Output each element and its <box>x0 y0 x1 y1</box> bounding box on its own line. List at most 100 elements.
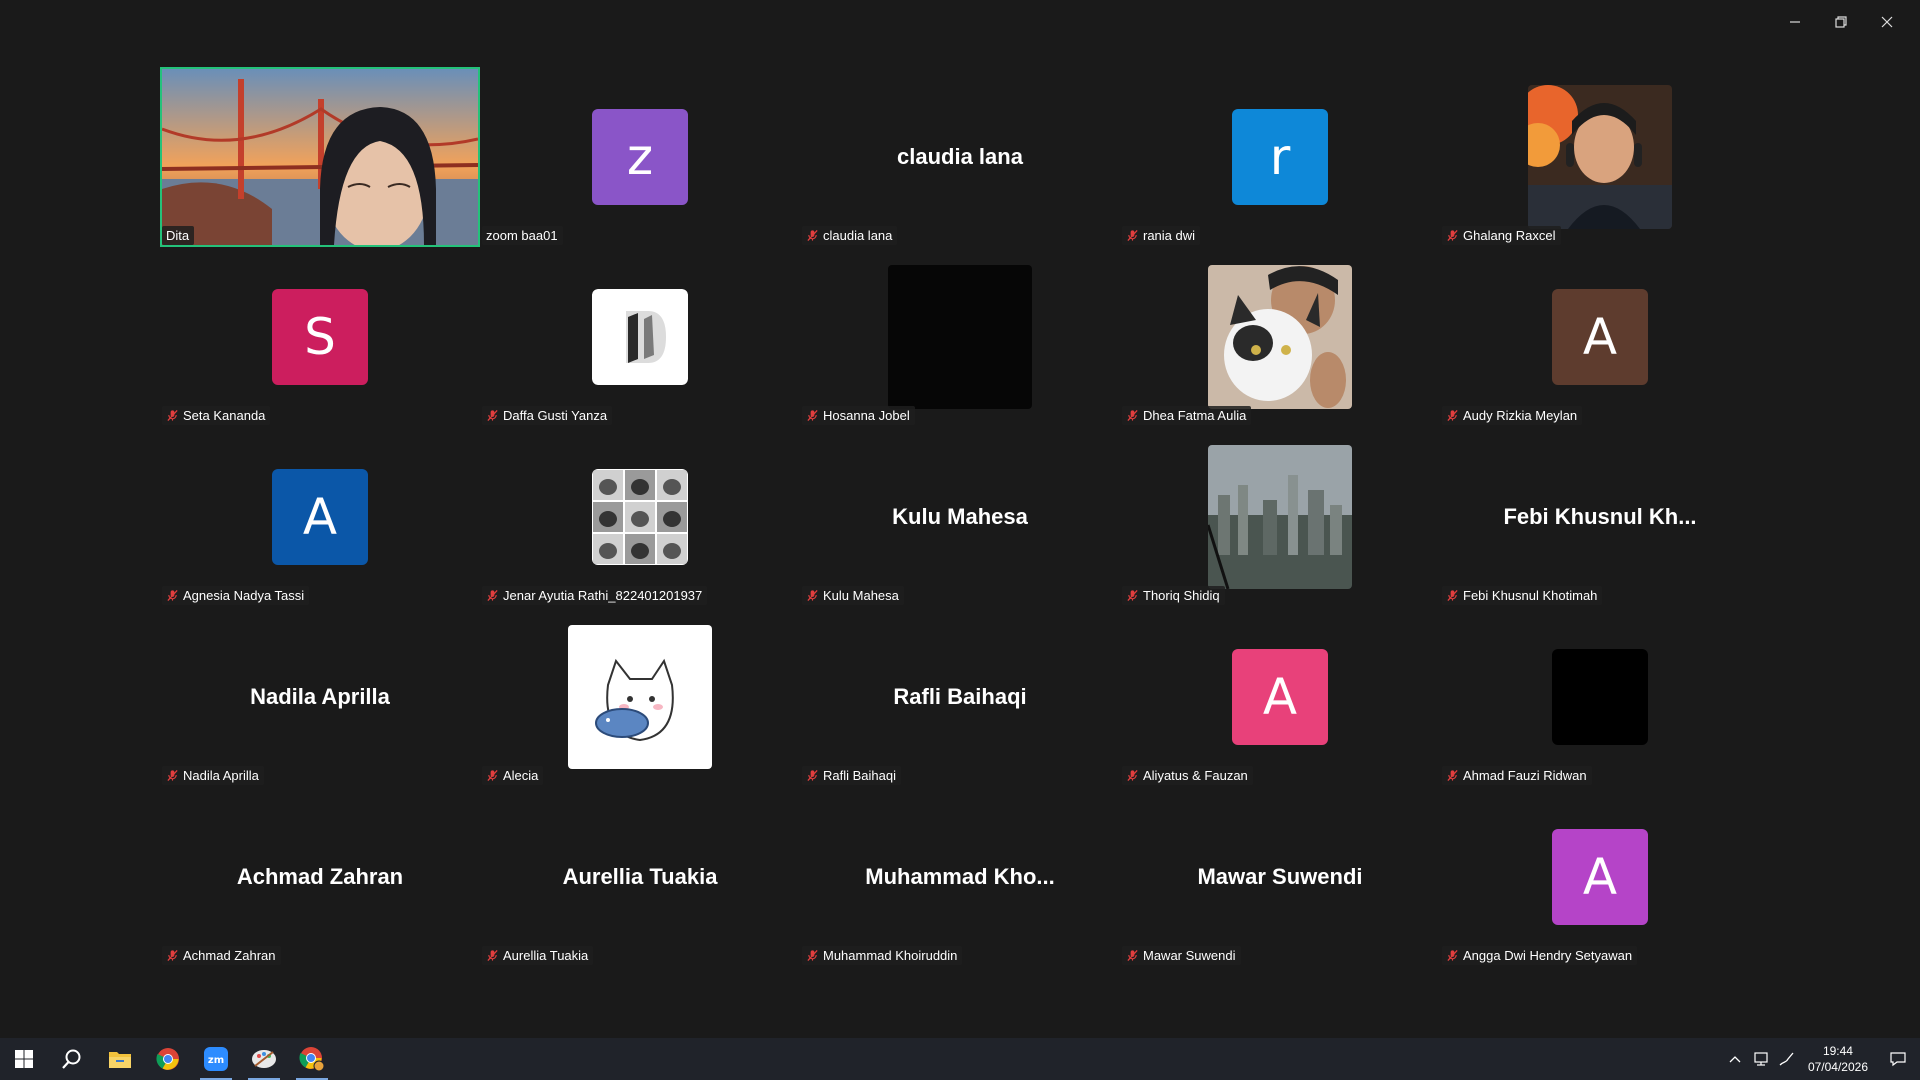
zoom-taskbar-button[interactable]: zm <box>192 1038 240 1080</box>
participant-display-name: claudia lana <box>897 144 1023 169</box>
close-icon <box>1881 16 1893 28</box>
participant-photo <box>1528 85 1672 229</box>
participant-name-label: Agnesia Nadya Tassi <box>183 588 305 603</box>
participant-name-label: Audy Rizkia Meylan <box>1463 408 1578 423</box>
participant-name-tag: Hosanna Jobel <box>802 406 915 425</box>
participant-display-name: Mawar Suwendi <box>1197 864 1363 889</box>
participant-tile[interactable]: Mawar Suwendi Mawar Suwendi <box>1120 787 1440 967</box>
participant-name-tag: Alecia <box>482 766 544 785</box>
participant-tile[interactable]: Muhammad Kho... Muhammad Khoiruddin <box>800 787 1120 967</box>
chevron-up-icon <box>1729 1056 1741 1063</box>
zoom-icon: zm <box>204 1047 228 1071</box>
participant-avatar <box>1552 649 1648 745</box>
participant-tile[interactable]: z zoom baa01 <box>480 67 800 247</box>
close-button[interactable] <box>1864 8 1910 36</box>
pen-icon <box>1779 1052 1794 1066</box>
participant-tile[interactable]: Hosanna Jobel <box>800 247 1120 427</box>
participant-tile[interactable]: Aurellia Tuakia Aurellia Tuakia <box>480 787 800 967</box>
participant-name-tag: Angga Dwi Hendry Setyawan <box>1442 946 1638 965</box>
participant-name-label: Daffa Gusti Yanza <box>503 408 608 423</box>
participant-name-label: Achmad Zahran <box>183 948 276 963</box>
participant-tile[interactable]: Jenar Ayutia Rathi_822401201937 <box>480 427 800 607</box>
participant-tile[interactable]: Alecia <box>480 607 800 787</box>
notifications-button[interactable] <box>1876 1051 1920 1067</box>
participant-tile[interactable]: A Agnesia Nadya Tassi <box>160 427 480 607</box>
participant-name-tag: Agnesia Nadya Tassi <box>162 586 310 605</box>
paint-icon <box>252 1050 276 1068</box>
participant-tile[interactable]: Febi Khusnul Kh... Febi Khusnul Khotimah <box>1440 427 1760 607</box>
mic-muted-icon <box>1127 409 1138 422</box>
participant-tile[interactable]: Ahmad Fauzi Ridwan <box>1440 607 1760 787</box>
mic-muted-icon <box>167 409 178 422</box>
participant-display-name: Aurellia Tuakia <box>562 864 718 889</box>
participant-name-tag: Aliyatus & Fauzan <box>1122 766 1253 785</box>
mic-muted-icon <box>1447 409 1458 422</box>
participant-display-name: Nadila Aprilla <box>250 684 390 709</box>
search-button[interactable] <box>48 1038 96 1080</box>
taskbar-clock[interactable]: 19:44 07/04/2026 <box>1800 1043 1876 1075</box>
participant-name-tag: Kulu Mahesa <box>802 586 904 605</box>
participant-tile[interactable]: Ghalang Raxcel <box>1440 67 1760 247</box>
mic-muted-icon <box>167 769 178 782</box>
participant-photo <box>1208 265 1352 409</box>
mic-muted-icon <box>1127 949 1138 962</box>
participant-tile[interactable]: Rafli Baihaqi Rafli Baihaqi <box>800 607 1120 787</box>
participant-avatar: A <box>272 469 368 565</box>
mic-muted-icon <box>1447 769 1458 782</box>
participant-tile[interactable]: S Seta Kananda <box>160 247 480 427</box>
participant-name-tag: Dita <box>162 226 195 245</box>
file-explorer-button[interactable] <box>96 1038 144 1080</box>
participant-name-tag: Rafli Baihaqi <box>802 766 901 785</box>
file-explorer-icon <box>109 1052 131 1068</box>
participant-avatar: r <box>1232 109 1328 205</box>
participant-avatar: z <box>592 109 688 205</box>
participant-tile[interactable]: Kulu Mahesa Kulu Mahesa <box>800 427 1120 607</box>
participant-name-tag: Ahmad Fauzi Ridwan <box>1442 766 1592 785</box>
restore-button[interactable] <box>1818 8 1864 36</box>
minimize-button[interactable] <box>1772 8 1818 36</box>
participant-tile[interactable]: Nadila Aprilla Nadila Aprilla <box>160 607 480 787</box>
start-button[interactable] <box>0 1038 48 1080</box>
participant-name-label: Kulu Mahesa <box>823 588 899 603</box>
chrome-profile-taskbar-button[interactable] <box>288 1038 336 1080</box>
participant-name-label: claudia lana <box>823 228 893 243</box>
participant-name-label: Seta Kananda <box>183 408 266 423</box>
participant-tile[interactable]: Daffa Gusti Yanza <box>480 247 800 427</box>
participant-photo <box>888 265 1032 409</box>
participant-photo <box>592 289 688 385</box>
participant-name-label: Febi Khusnul Khotimah <box>1463 588 1598 603</box>
participant-display-name: Kulu Mahesa <box>892 504 1028 529</box>
paint-taskbar-button[interactable] <box>240 1038 288 1080</box>
pen-button[interactable] <box>1774 1051 1800 1067</box>
mic-muted-icon <box>1447 589 1458 602</box>
participant-tile[interactable]: Dhea Fatma Aulia <box>1120 247 1440 427</box>
participant-tile[interactable]: r rania dwi <box>1120 67 1440 247</box>
participant-photo <box>568 625 712 769</box>
participant-name-tag: rania dwi <box>1122 226 1201 245</box>
participant-tile[interactable]: Dita <box>160 67 480 247</box>
participant-avatar: A <box>1552 289 1648 385</box>
participant-tile[interactable]: A Aliyatus & Fauzan <box>1120 607 1440 787</box>
participant-display-name: Achmad Zahran <box>236 864 404 889</box>
mic-muted-icon <box>1447 229 1458 242</box>
participant-tile[interactable]: Thoriq Shidiq <box>1120 427 1440 607</box>
chrome-button[interactable] <box>144 1038 192 1080</box>
clock-date: 07/04/2026 <box>1807 1060 1868 1074</box>
participant-name-label: Rafli Baihaqi <box>823 768 896 783</box>
participant-tile[interactable]: Achmad Zahran Achmad Zahran <box>160 787 480 967</box>
network-button[interactable] <box>1748 1051 1774 1067</box>
participant-name-tag: Nadila Aprilla <box>162 766 264 785</box>
participant-name-label: zoom baa01 <box>486 228 558 243</box>
participant-name-tag: claudia lana <box>802 226 898 245</box>
participant-name-label: Angga Dwi Hendry Setyawan <box>1463 948 1633 963</box>
participant-avatar: A <box>1552 829 1648 925</box>
show-hidden-icons-button[interactable] <box>1722 1055 1748 1063</box>
participant-tile[interactable]: A Angga Dwi Hendry Setyawan <box>1440 787 1760 967</box>
mic-muted-icon <box>807 229 818 242</box>
participant-avatar: S <box>272 289 368 385</box>
participant-name-tag: Audy Rizkia Meylan <box>1442 406 1583 425</box>
participant-tile[interactable]: claudia lana claudia lana <box>800 67 1120 247</box>
participant-name-label: Dita <box>166 228 190 243</box>
participant-tile[interactable]: A Audy Rizkia Meylan <box>1440 247 1760 427</box>
participant-name-label: Muhammad Khoiruddin <box>823 948 958 963</box>
